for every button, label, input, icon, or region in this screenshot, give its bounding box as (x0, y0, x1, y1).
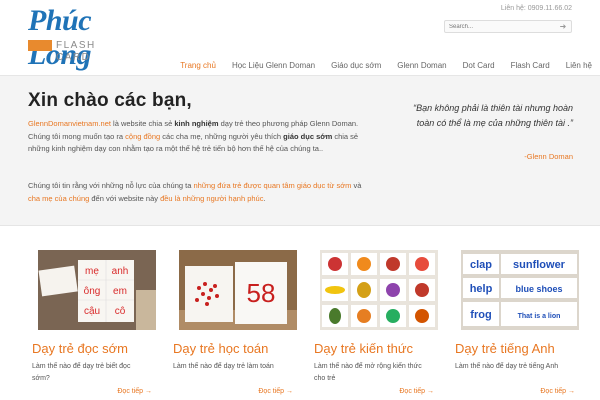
reading-flashcards-illustration: mẹ anh ông em cậu cô (38, 250, 156, 330)
happy-people-link[interactable]: đều là những người hạnh phúc (160, 194, 263, 203)
site-logo[interactable]: Phúc Long FLASH CARD (28, 4, 124, 71)
card-title[interactable]: Dạy trẻ học toán (173, 341, 268, 356)
card-description: Làm thế nào để dạy trẻ biết đọc sớm? (32, 363, 131, 382)
search-input[interactable] (449, 22, 549, 32)
nav-item-glenn-doman[interactable]: Glenn Doman (389, 57, 454, 75)
fruit-cards-illustration (320, 250, 438, 330)
read-more-link[interactable]: Đọc tiếp → (117, 388, 152, 395)
card-title[interactable]: Dạy trẻ đọc sớm (32, 341, 128, 356)
nav-item-home[interactable]: Trang chủ (172, 57, 224, 75)
card-description: Làm thế nào để dạy trẻ làm toán (173, 363, 274, 370)
nav-item-glenn-doman-materials[interactable]: Học Liệu Glenn Doman (224, 57, 323, 75)
english-flashcards-illustration: clap sunflower help blue shoes frog That… (461, 250, 579, 330)
card-word-5: cậu (84, 306, 100, 317)
card-word-frog: frog (470, 309, 491, 321)
card-word-2: anh (112, 266, 129, 277)
intro-text: Chúng tôi tin rằng với những nỗ lực của … (28, 181, 194, 190)
nav-item-flash-card[interactable]: Flash Card (503, 57, 558, 75)
read-more-link[interactable]: Đọc tiếp → (540, 388, 575, 395)
nav-item-dot-card[interactable]: Dot Card (455, 57, 503, 75)
dot-card-illustration: 58 (179, 250, 297, 330)
intro-text: là website chia sẻ (110, 119, 175, 128)
card-word-6: cô (115, 306, 126, 317)
card-word-help: help (470, 283, 493, 295)
parents-link[interactable]: cha mẹ của chúng (28, 194, 89, 203)
card-image-english[interactable]: clap sunflower help blue shoes frog That… (461, 250, 579, 330)
math-number: 58 (247, 278, 276, 308)
early-care-link[interactable]: những đứa trẻ được quan tâm giáo dục từ … (193, 181, 351, 190)
nav-item-contact[interactable]: Liên hệ (558, 57, 600, 75)
community-link[interactable]: cộng đồng (125, 132, 160, 141)
card-word-sunflower: sunflower (513, 259, 566, 271)
card-title[interactable]: Dạy trẻ kiến thức (314, 341, 413, 356)
logo-subtitle: FLASH CARD (56, 40, 96, 63)
card-word-blue-shoes: blue shoes (515, 284, 562, 294)
nav-item-early-education[interactable]: Giáo dục sớm (323, 57, 389, 75)
intro-text: và (351, 181, 362, 190)
glenn-doman-quote: “Bạn không phải là thiên tài nhưng hoàn … (413, 103, 573, 128)
card-word-lion: That is a lion (518, 313, 561, 320)
search-box: ➜ (444, 20, 572, 33)
intro-text: đến với website này (89, 193, 161, 203)
main-nav: Trang chủ Học Liệu Glenn Doman Giáo dục … (172, 57, 600, 75)
intro-paragraph-1: GlennDomanvietnam.net là website chia sẻ… (28, 118, 373, 156)
site-link[interactable]: GlennDomanvietnam.net (28, 119, 111, 128)
card-image-math[interactable]: 58 (179, 250, 297, 330)
card-word-1: mẹ (85, 266, 99, 277)
card-image-knowledge[interactable] (320, 250, 438, 330)
contact-info: Liên hệ: 0909.11.66.02 (500, 5, 572, 12)
card-word-clap: clap (470, 259, 492, 271)
intro-text: các cha mẹ, những người yêu thích (160, 131, 284, 141)
card-title[interactable]: Dạy trẻ tiếng Anh (455, 341, 555, 356)
intro-paragraph-2: Chúng tôi tin rằng với những nỗ lực của … (28, 180, 373, 205)
card-image-reading[interactable]: mẹ anh ông em cậu cô (38, 250, 156, 330)
site-header: Phúc Long FLASH CARD Liên hệ: 0909.11.66… (0, 0, 600, 85)
intro-bold: kinh nghiệm (174, 119, 219, 128)
read-more-link[interactable]: Đọc tiếp → (399, 388, 434, 395)
intro-title: Xin chào các bạn, (28, 90, 192, 111)
card-description: Làm thế nào để dạy trẻ tiếng Anh (455, 363, 559, 370)
card-word-4: em (113, 286, 127, 297)
intro-section: Xin chào các bạn, GlennDomanvietnam.net … (0, 76, 600, 226)
intro-bold: giáo dục sớm (283, 131, 333, 141)
logo-accent-bar (28, 40, 52, 51)
search-arrow-icon[interactable]: ➜ (558, 22, 568, 32)
read-more-link[interactable]: Đọc tiếp → (258, 388, 293, 395)
card-word-3: ông (84, 286, 101, 297)
intro-text: . (263, 193, 266, 203)
card-description: Làm thế nào để mở rộng kiến thức cho trẻ (314, 363, 422, 382)
quote-author: -Glenn Doman (524, 152, 573, 161)
